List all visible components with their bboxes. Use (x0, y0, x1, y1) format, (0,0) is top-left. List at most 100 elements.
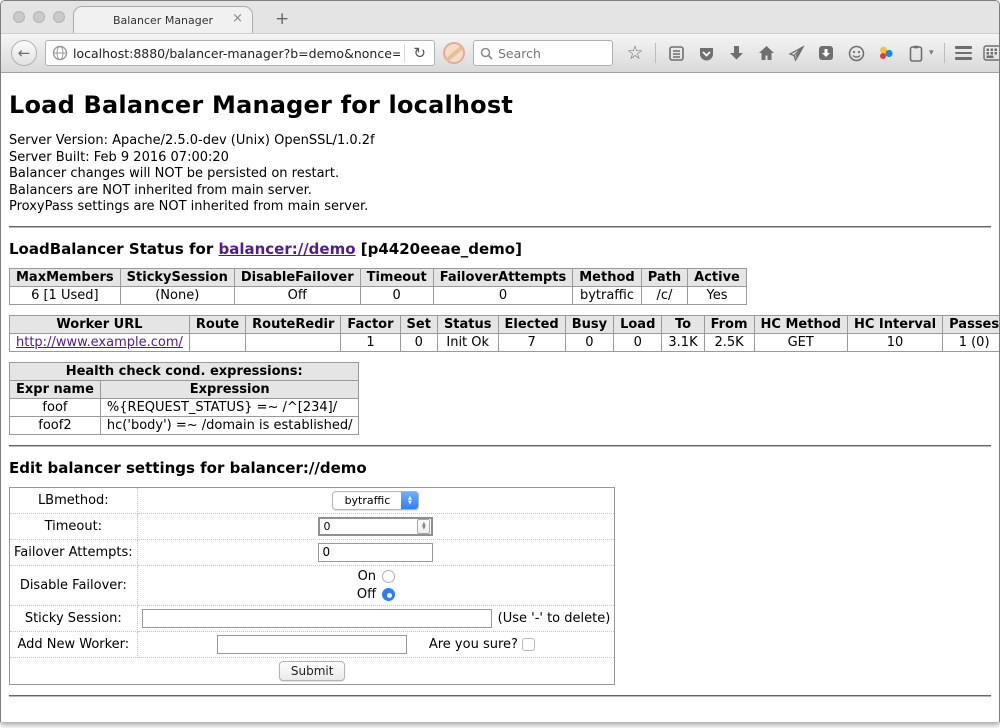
page-content: Load Balancer Manager for localhost Serv… (1, 73, 999, 722)
colored-dots-extension-icon[interactable] (876, 43, 896, 63)
tab-close-icon[interactable]: × (232, 12, 243, 26)
tile-grid-icon[interactable] (982, 43, 1000, 63)
col-to: To (662, 315, 704, 333)
search-input[interactable] (498, 46, 593, 61)
search-bar[interactable] (473, 40, 613, 66)
new-tab-button[interactable]: + (269, 9, 295, 29)
cell-expression: %{REQUEST_STATUS} =~ /^[234]/ (100, 398, 359, 416)
cell-route (189, 333, 245, 351)
tab-title: Balancer Manager (113, 14, 213, 27)
col-load: Load (614, 315, 662, 333)
zoom-window-button[interactable] (53, 11, 65, 23)
tab-strip: Balancer Manager × + (1, 1, 999, 33)
minimize-window-button[interactable] (33, 11, 45, 23)
failover-attempts-label: Failover Attempts: (10, 539, 138, 565)
server-built-line: Server Built: Feb 9 2016 07:00:20 (9, 150, 991, 167)
cell-path: /c/ (641, 286, 687, 304)
persist-notice-line: Balancer changes will NOT be persisted o… (9, 166, 991, 183)
proxypass-notice-line: ProxyPass settings are NOT inherited fro… (9, 199, 991, 216)
bookmark-star-icon[interactable]: ☆ (625, 43, 645, 63)
table-row: 6 [1 Used] (None) Off 0 0 bytraffic /c/ … (10, 286, 747, 304)
lbmethod-select[interactable]: bytraffic ▲▼ (332, 491, 419, 510)
col-active: Active (688, 268, 747, 286)
are-you-sure-label: Are you sure? (429, 637, 518, 652)
timeout-label: Timeout: (10, 513, 138, 539)
download-box-icon[interactable] (816, 43, 836, 63)
col-timeout: Timeout (360, 268, 433, 286)
urlbar-separator (404, 44, 405, 62)
disable-failover-off-radio[interactable] (382, 588, 395, 601)
add-worker-row: Add New Worker: Are you sure? (10, 631, 615, 657)
home-icon[interactable] (756, 43, 776, 63)
col-factor: Factor (341, 315, 400, 333)
health-row-foof: foof %{REQUEST_STATUS} =~ /^[234]/ (10, 398, 359, 416)
reload-icon[interactable]: ↻ (409, 44, 430, 62)
sticky-session-field[interactable] (142, 609, 492, 628)
timeout-field-wrap: ▲▼ (318, 517, 433, 536)
cell-passes: 1 (0) (943, 333, 1000, 351)
lbmethod-selected-value: bytraffic (333, 494, 401, 507)
col-busy: Busy (565, 315, 613, 333)
balancer-demo-link[interactable]: balancer://demo (218, 240, 355, 258)
cell-expr-name: foof (10, 398, 101, 416)
submit-button[interactable]: Submit (279, 661, 346, 681)
failover-attempts-field[interactable] (318, 543, 433, 562)
site-identity-globe-icon[interactable] (52, 45, 68, 61)
bookmarks-list-icon[interactable] (666, 43, 686, 63)
col-maxmembers: MaxMembers (10, 268, 121, 286)
worker-url-link[interactable]: http://www.example.com/ (16, 335, 183, 350)
health-table-title: Health check cond. expressions: (10, 362, 359, 380)
edit-balancer-form: LBmethod: bytraffic ▲▼ Timeout: ▲▼ (9, 487, 615, 685)
toolbar-separator-2 (944, 43, 945, 63)
cell-method: bytraffic (573, 286, 641, 304)
downloads-icon[interactable] (726, 43, 746, 63)
menu-hamburger-icon[interactable] (955, 46, 972, 60)
table-header-row: Expr name Expression (10, 380, 359, 398)
clipboard-extension-icon[interactable] (906, 43, 926, 63)
smiley-icon[interactable] (846, 43, 866, 63)
health-row-foof2: foof2 hc('body') =~ /domain is establish… (10, 416, 359, 434)
failover-attempts-row: Failover Attempts: (10, 539, 615, 565)
cell-elected: 7 (498, 333, 565, 351)
tab-balancer-manager[interactable]: Balancer Manager × (73, 6, 253, 33)
timeout-row: Timeout: ▲▼ (10, 513, 615, 539)
cell-to: 3.1K (662, 333, 704, 351)
col-disablefailover: DisableFailover (234, 268, 360, 286)
lbmethod-label: LBmethod: (10, 487, 138, 513)
bottom-divider (9, 695, 991, 697)
radio-on-label: On (358, 569, 376, 584)
pocket-icon[interactable] (696, 43, 716, 63)
col-set: Set (400, 315, 437, 333)
number-stepper-icon[interactable]: ▲▼ (417, 519, 430, 534)
chevron-down-icon[interactable]: ▾ (929, 48, 934, 58)
send-plane-icon[interactable] (786, 43, 806, 63)
disable-failover-on-radio[interactable] (382, 570, 395, 583)
cell-from: 2.5K (704, 333, 754, 351)
cell-status: Init Ok (437, 333, 498, 351)
add-worker-field[interactable] (217, 635, 407, 654)
cell-timeout: 0 (360, 286, 433, 304)
browser-window: Balancer Manager × + ← localhost:8880/ba… (0, 0, 1000, 722)
divider (9, 445, 991, 447)
radio-off-label: Off (357, 587, 376, 602)
sticky-session-row: Sticky Session: (Use '-' to delete) (10, 605, 615, 631)
col-path: Path (641, 268, 687, 286)
col-hc-method: HC Method (754, 315, 847, 333)
close-window-button[interactable] (13, 11, 25, 23)
status-heading-suffix: [p4420eeae_demo] (356, 240, 522, 258)
page-title: Load Balancer Manager for localhost (9, 91, 991, 119)
url-text[interactable]: localhost:8880/balancer-manager?b=demo&n… (73, 46, 400, 61)
url-bar[interactable]: localhost:8880/balancer-manager?b=demo&n… (45, 40, 435, 66)
col-from: From (704, 315, 754, 333)
cell-stickysession: (None) (120, 286, 234, 304)
col-expression: Expression (100, 380, 359, 398)
col-failoverattempts: FailoverAttempts (433, 268, 573, 286)
plugin-blocked-icon[interactable] (443, 42, 465, 64)
timeout-field[interactable] (320, 520, 417, 533)
back-button[interactable]: ← (11, 40, 37, 66)
col-passes: Passes (943, 315, 1000, 333)
divider (9, 226, 991, 228)
toolbar-separator (655, 43, 656, 63)
are-you-sure-checkbox[interactable] (522, 638, 535, 651)
col-method: Method (573, 268, 641, 286)
